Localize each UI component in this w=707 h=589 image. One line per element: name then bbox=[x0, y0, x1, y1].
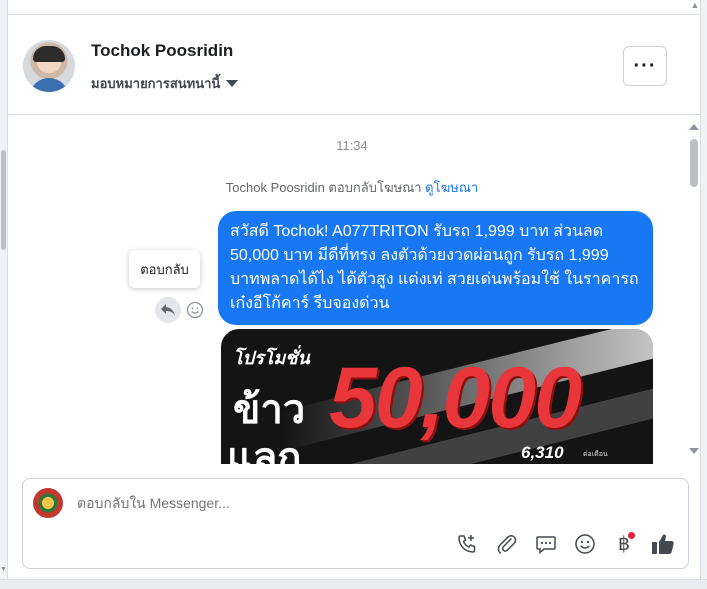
view-ad-link[interactable]: ดูโฆษณา bbox=[425, 180, 478, 195]
contact-name[interactable]: Tochok Poosridin bbox=[91, 41, 233, 61]
more-options-button[interactable]: ··· bbox=[623, 46, 667, 86]
avatar-hair bbox=[33, 46, 65, 62]
emoji-icon bbox=[186, 301, 204, 319]
scroll-down-arrow[interactable] bbox=[688, 446, 700, 456]
avatar-shirt bbox=[29, 78, 69, 92]
ad-reply-note: Tochok Poosridin ตอบกลับโฆษณา ดูโฆษณา bbox=[9, 177, 695, 198]
scroll-up-arrow-top[interactable]: ▲ bbox=[690, 0, 700, 10]
reply-icon bbox=[161, 304, 175, 316]
assign-label: มอบหมายการสนทนานี้ bbox=[91, 76, 221, 91]
promo-image[interactable]: โปรโมชั่น ข้าว แลก 50,000 6,310 ต่อเดือน bbox=[221, 329, 653, 464]
emoji-button[interactable] bbox=[572, 531, 598, 557]
like-button[interactable] bbox=[650, 531, 676, 557]
promo-word-2: แลก bbox=[227, 436, 302, 464]
promo-tiny-text: ต่อเดือน bbox=[583, 451, 608, 458]
page-avatar bbox=[33, 488, 63, 518]
call-add-icon bbox=[458, 535, 476, 553]
ad-reply-note-text: Tochok Poosridin ตอบกลับโฆษณา bbox=[225, 180, 426, 195]
smile-icon bbox=[575, 534, 595, 554]
chevron-up-icon bbox=[689, 123, 699, 130]
reply-button[interactable] bbox=[155, 297, 181, 323]
bottom-border bbox=[0, 579, 707, 589]
promo-amount: 50,000 bbox=[329, 350, 582, 446]
conversation-header: Tochok Poosridin มอบหมายการสนทนานี้ ··· bbox=[9, 14, 700, 115]
message-thread[interactable]: 11:34 Tochok Poosridin ตอบกลับโฆษณา ดูโฆ… bbox=[9, 116, 700, 464]
paperclip-icon bbox=[497, 534, 517, 554]
call-button[interactable] bbox=[454, 531, 480, 557]
right-edge bbox=[700, 0, 707, 589]
notification-badge bbox=[627, 531, 636, 540]
saved-replies-button[interactable] bbox=[533, 531, 559, 557]
scroll-up-arrow[interactable] bbox=[688, 121, 700, 131]
promo-small-text: 6,310 bbox=[521, 443, 564, 462]
message-timestamp: 11:34 bbox=[336, 138, 368, 153]
scroll-thumb[interactable] bbox=[690, 139, 698, 187]
reply-tooltip: ตอบกลับ bbox=[129, 250, 200, 288]
chevron-down-icon bbox=[689, 447, 699, 454]
promo-title: โปรโมชั่น bbox=[233, 348, 310, 368]
caret-down-icon bbox=[226, 80, 239, 87]
reply-composer: ฿ bbox=[22, 478, 689, 569]
messenger-panel: ▲ Tochok Poosridin มอบหมายการสนทนานี้ ··… bbox=[0, 0, 707, 589]
messenger-reply-input[interactable] bbox=[77, 495, 637, 511]
attach-button[interactable] bbox=[494, 531, 520, 557]
saved-reply-icon bbox=[536, 536, 556, 555]
more-icon: ··· bbox=[633, 54, 657, 77]
avatar[interactable] bbox=[23, 40, 75, 92]
payment-button[interactable]: ฿ bbox=[611, 531, 637, 557]
thumbs-up-icon bbox=[652, 534, 674, 554]
react-button[interactable] bbox=[185, 300, 205, 320]
assign-conversation-dropdown[interactable]: มอบหมายการสนทนานี้ bbox=[91, 73, 239, 94]
left-scroll-thumb[interactable] bbox=[1, 150, 6, 250]
message-bubble[interactable]: สวัสดี Tochok! A077TRITON รับรถ 1,999 บา… bbox=[218, 211, 653, 325]
left-scrollbar[interactable] bbox=[0, 0, 8, 589]
left-scroll-down-arrow[interactable]: ▼ bbox=[0, 566, 8, 574]
